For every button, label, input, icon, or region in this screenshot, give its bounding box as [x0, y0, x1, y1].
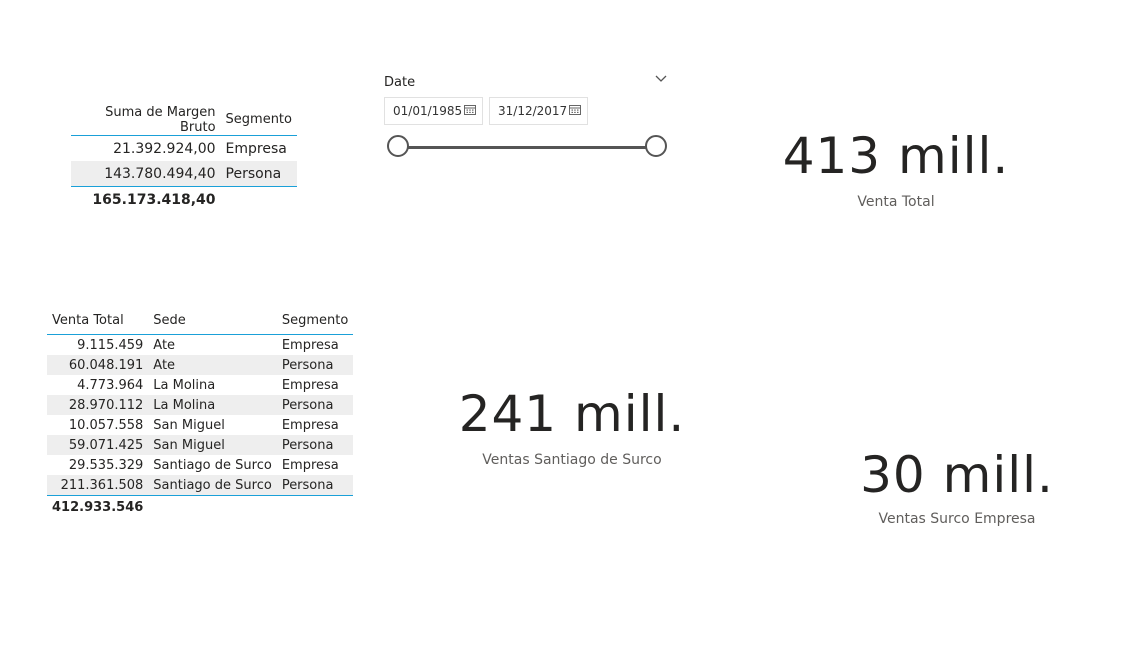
slider-end-handle[interactable]	[645, 135, 667, 157]
venta-cell: 28.970.112	[47, 395, 149, 415]
venta-cell: 9.115.459	[77, 337, 144, 353]
table-row[interactable]: 29.535.329 Santiago de Surco Empresa	[47, 455, 353, 475]
table-row[interactable]: 143.780.494,40 Persona	[71, 161, 297, 187]
segment-cell: Empresa	[225, 140, 287, 157]
venta-total-card-value: 413 mill.	[782, 127, 1010, 185]
sede-cell: San Miguel	[148, 435, 277, 455]
segmento-cell: Persona	[276, 435, 354, 455]
column-header[interactable]: Segmento	[276, 306, 354, 335]
slider-start-handle[interactable]	[387, 135, 409, 157]
segmento-cell: Empresa	[281, 337, 339, 353]
table-row[interactable]: 9.115.459 Ate Empresa	[47, 335, 353, 356]
sede-cell: Santiago de Surco	[153, 457, 272, 473]
table-row[interactable]: 10.057.558 San Miguel Empresa	[47, 415, 353, 435]
venta-cell: 4.773.964	[77, 377, 144, 393]
start-date-value: 01/01/1985	[393, 104, 463, 118]
table-header-row: Venta Total Sede Segmento	[47, 306, 354, 335]
sede-cell: Ate	[153, 337, 176, 353]
margen-value-cell: 21.392.924,00	[113, 140, 216, 157]
venta-cell: 29.535.329	[68, 457, 144, 473]
table-total-row: 165.173.418,40	[71, 187, 297, 214]
table-header-row: Suma de Margen Bruto Segmento	[71, 104, 297, 136]
table-row[interactable]: 28.970.112 La Molina Persona	[47, 395, 354, 415]
venta-total-card-label: Venta Total	[857, 194, 935, 210]
sede-cell: Santiago de Surco	[148, 475, 277, 496]
table-row[interactable]: 211.361.508 Santiago de Surco Persona	[47, 475, 354, 496]
slicer-title: Date	[384, 75, 416, 90]
segmento-cell: Persona	[276, 395, 354, 415]
chevron-down-icon[interactable]	[655, 74, 667, 84]
ventas-surco-card-value: 241 mill.	[458, 385, 686, 443]
venta-cell: 59.071.425	[47, 435, 149, 455]
empty-cell	[277, 496, 353, 519]
venta-total-cell: 412.933.546	[52, 499, 144, 515]
empty-cell	[148, 496, 277, 519]
ventas-surco-empresa-card-value: 30 mill.	[860, 446, 1054, 504]
table-row[interactable]: 60.048.191 Ate Persona	[47, 355, 354, 375]
column-header[interactable]: Sede	[148, 306, 277, 335]
margen-table: Suma de Margen Bruto Segmento 21.392.924…	[71, 104, 297, 213]
empty-cell	[221, 187, 297, 214]
end-date-value: 31/12/2017	[498, 104, 568, 118]
segmento-cell: Empresa	[281, 377, 339, 393]
column-header[interactable]: Venta Total	[47, 306, 149, 335]
venta-cell: 10.057.558	[68, 417, 144, 433]
table-row[interactable]: 4.773.964 La Molina Empresa	[47, 375, 353, 395]
table-row[interactable]: 59.071.425 San Miguel Persona	[47, 435, 354, 455]
ventas-surco-card-label: Ventas Santiago de Surco	[482, 452, 662, 468]
venta-cell: 60.048.191	[47, 355, 149, 375]
ventas-table: Venta Total Sede Segmento 9.115.459 Ate …	[47, 306, 354, 518]
date-slicer: Date 01/01/1985 31/12/2017	[384, 70, 674, 160]
segmento-cell: Persona	[276, 355, 354, 375]
sede-cell: Ate	[148, 355, 277, 375]
start-date-input[interactable]: 01/01/1985	[384, 97, 483, 125]
margen-total-cell: 165.173.418,40	[92, 192, 216, 208]
table-row[interactable]: 21.392.924,00 Empresa	[71, 136, 297, 162]
margen-value-cell: 143.780.494,40	[71, 161, 221, 187]
sede-cell: San Miguel	[153, 417, 225, 433]
venta-cell: 211.361.508	[47, 475, 149, 496]
segment-cell: Persona	[220, 161, 297, 187]
segmento-cell: Persona	[276, 475, 354, 496]
table-total-row: 412.933.546	[47, 496, 353, 519]
ventas-surco-empresa-card-label: Ventas Surco Empresa	[878, 511, 1036, 527]
column-header[interactable]: Suma de Margen Bruto	[71, 104, 221, 136]
calendar-icon[interactable]	[569, 104, 581, 115]
segmento-cell: Empresa	[281, 417, 339, 433]
sede-cell: La Molina	[153, 377, 216, 393]
segmento-cell: Empresa	[281, 457, 339, 473]
slider-track[interactable]	[399, 146, 657, 149]
column-header[interactable]: Segmento	[220, 104, 297, 136]
calendar-icon[interactable]	[464, 104, 476, 115]
sede-cell: La Molina	[148, 395, 277, 415]
end-date-input[interactable]: 31/12/2017	[489, 97, 588, 125]
